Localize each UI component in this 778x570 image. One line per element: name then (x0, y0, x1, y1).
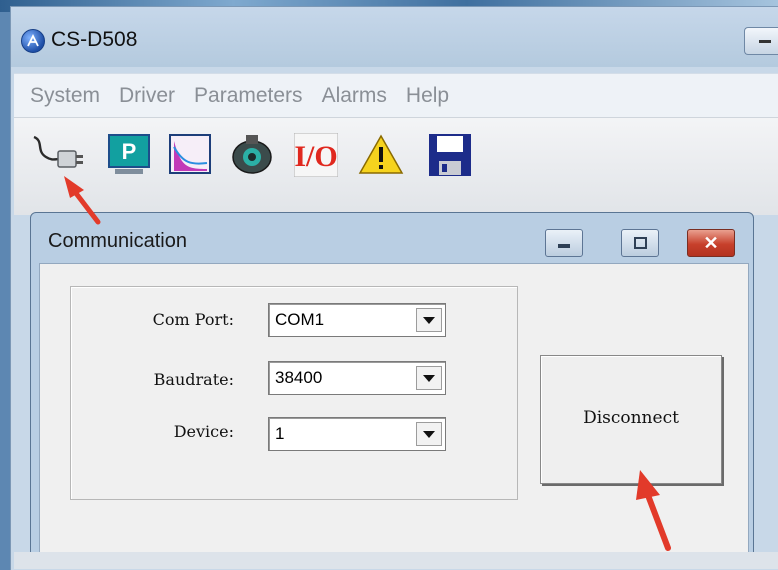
toolbar: P I/O (14, 117, 778, 215)
app-logo-icon (21, 29, 45, 53)
chart-icon[interactable] (169, 133, 211, 174)
minimize-icon (558, 244, 570, 248)
menu-alarms[interactable]: Alarms (322, 84, 387, 108)
warning-icon[interactable] (358, 133, 404, 174)
io-label: I/O (294, 140, 337, 173)
io-icon[interactable]: I/O (293, 132, 339, 178)
chevron-down-icon[interactable] (416, 422, 442, 446)
close-icon: ✕ (703, 233, 719, 253)
device-select[interactable]: 1 (268, 417, 446, 451)
main-minimize-button[interactable] (744, 27, 778, 55)
menu-parameters[interactable]: Parameters (194, 84, 303, 108)
com-port-value: COM1 (275, 310, 325, 329)
dialog-client-area: Com Port: COM1 Baudrate: 38400 Device: 1… (39, 263, 749, 555)
parameter-p-icon[interactable]: P (108, 133, 150, 174)
menu-help[interactable]: Help (406, 84, 449, 108)
param-p-label: P (122, 139, 137, 164)
menu-driver[interactable]: Driver (119, 84, 175, 108)
device-label: Device: (173, 422, 234, 441)
communication-dialog: Communication ✕ Com Port: COM1 Baudrate:… (30, 212, 754, 555)
dialog-close-button[interactable]: ✕ (687, 229, 735, 257)
dialog-maximize-button[interactable] (621, 229, 659, 257)
status-strip (14, 552, 778, 569)
dialog-title: Communication (48, 230, 187, 252)
baudrate-select[interactable]: 38400 (268, 361, 446, 395)
com-port-select[interactable]: COM1 (268, 303, 446, 337)
baudrate-label: Baudrate: (153, 370, 234, 389)
com-port-label: Com Port: (152, 310, 234, 329)
main-title-bar: CS-D508 (11, 7, 778, 73)
chevron-down-icon[interactable] (416, 308, 442, 332)
device-value: 1 (275, 424, 285, 443)
menu-system[interactable]: System (30, 84, 100, 108)
dialog-minimize-button[interactable] (545, 229, 583, 257)
chevron-down-icon[interactable] (416, 366, 442, 390)
connect-plug-icon[interactable] (30, 133, 83, 173)
motor-icon[interactable] (230, 133, 272, 174)
maximize-icon (634, 237, 647, 249)
menu-bar: System Driver Parameters Alarms Help (14, 73, 778, 118)
window-title: CS-D508 (51, 28, 138, 51)
baudrate-value: 38400 (275, 368, 323, 387)
save-disk-icon[interactable] (428, 133, 471, 176)
disconnect-button[interactable]: Disconnect (540, 355, 722, 484)
minimize-icon (759, 40, 771, 43)
